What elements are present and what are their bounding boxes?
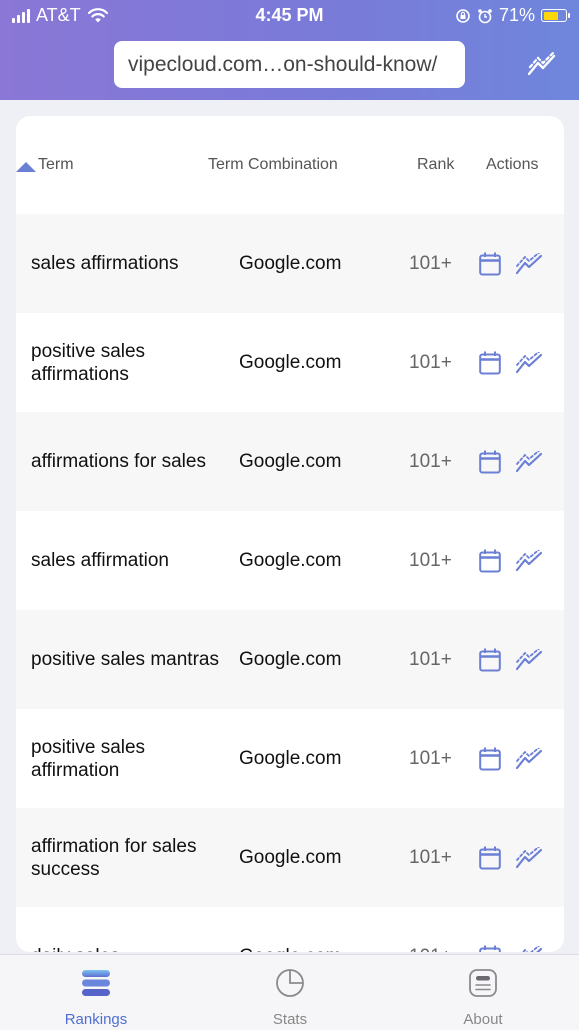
table-header: Term Term Combination Rank Actions — [16, 116, 564, 214]
combination-cell: Google.com — [239, 252, 342, 274]
trend-chart-icon[interactable] — [515, 844, 543, 869]
term-cell: positive sales affirmations — [31, 340, 146, 385]
combination-cell: Google.com — [239, 648, 342, 670]
rank-cell: 101+ — [409, 252, 452, 274]
table-row[interactable]: sales affirmations Google.com 101+ — [16, 214, 564, 313]
trend-chart-icon[interactable] — [516, 943, 543, 952]
combination-cell: Google.com — [239, 747, 342, 769]
trend-chart-icon[interactable] — [515, 646, 543, 671]
tab-rankings[interactable]: Rankings — [36, 955, 156, 1030]
tab-rankings-label: Rankings — [64, 1011, 128, 1028]
combination-cell: Google.com — [239, 450, 342, 472]
table-row[interactable]: affirmation for sales success Google.com 1… — [16, 808, 564, 907]
table-row[interactable]: positive sales mantras Google.com 101+ — [16, 610, 564, 709]
rank-cell: 101+ — [409, 747, 452, 769]
rank-cell: 101+ — [409, 351, 452, 373]
rotation-lock-icon — [456, 8, 470, 23]
pie-chart-icon — [276, 969, 304, 997]
header-actions: Actions — [486, 156, 539, 173]
combination-cell: Google.com — [239, 351, 342, 373]
header-term[interactable]: Term — [38, 156, 74, 174]
rank-cell: 101+ — [409, 907, 452, 953]
tab-about[interactable]: About — [423, 955, 543, 1030]
term-cell: positive sales affirmation — [31, 736, 146, 781]
term-cell: affirmation for sales success — [31, 835, 197, 880]
calendar-icon[interactable] — [479, 351, 501, 375]
rank-cell: 101+ — [409, 846, 452, 868]
term-cell: affirmations for sales — [31, 451, 206, 472]
term-cell: daily sales — [31, 907, 236, 952]
status-bar: AT&T 4:45 PM 71% — [0, 0, 579, 34]
rank-cell: 101+ — [409, 450, 452, 472]
about-icon — [469, 969, 497, 997]
tab-stats[interactable]: Stats — [230, 955, 350, 1030]
calendar-icon[interactable] — [479, 450, 501, 474]
calendar-icon[interactable] — [479, 945, 501, 952]
table-row[interactable]: affirmations for sales Google.com 101+ — [16, 412, 564, 511]
combination-cell: Google.com — [239, 846, 342, 868]
alarm-icon — [478, 8, 492, 23]
trend-chart-icon[interactable] — [515, 547, 543, 572]
trend-chart-icon[interactable] — [515, 250, 543, 275]
sort-ascending-icon[interactable] — [16, 162, 36, 172]
status-right: 71% — [455, 5, 570, 26]
header-rank[interactable]: Rank — [417, 156, 454, 174]
trend-chart-icon[interactable] — [515, 745, 543, 770]
term-cell: sales affirmation — [31, 550, 169, 571]
table-row[interactable]: daily salesGoogle.com 101+ — [16, 907, 564, 952]
tab-about-label: About — [463, 1011, 503, 1028]
calendar-icon[interactable] — [479, 252, 501, 276]
term-cell: positive sales mantras — [31, 649, 219, 670]
tab-stats-label: Stats — [272, 1011, 308, 1028]
tab-bar: Rankings Stats About — [0, 954, 579, 1030]
url-bar[interactable]: vipecloud.com…on-should-know/ — [114, 41, 465, 88]
table-row[interactable]: positive sales affirmations Google.com 101… — [16, 313, 564, 412]
battery-icon — [541, 9, 570, 22]
trend-chart-icon[interactable] — [515, 349, 543, 374]
battery-percent: 71% — [498, 5, 535, 25]
battery-fill — [543, 11, 559, 20]
rank-cell: 101+ — [409, 549, 452, 571]
rankings-icon — [82, 970, 110, 996]
calendar-icon[interactable] — [479, 846, 501, 870]
table-row[interactable]: sales affirmation Google.com 101+ — [16, 511, 564, 610]
rank-cell: 101+ — [409, 648, 452, 670]
table-row[interactable]: positive sales affirmation Google.com 101+ — [16, 709, 564, 808]
header-term-combination[interactable]: Term Combination — [208, 156, 338, 174]
calendar-icon[interactable] — [479, 747, 501, 771]
calendar-icon[interactable] — [479, 549, 501, 573]
combination-cell: Google.com — [239, 907, 341, 953]
trend-chart-icon[interactable] — [515, 448, 543, 473]
term-cell: sales affirmations — [31, 253, 179, 274]
trend-chart-icon[interactable] — [527, 52, 557, 78]
combination-cell: Google.com — [239, 549, 342, 571]
calendar-icon[interactable] — [479, 648, 501, 672]
rankings-table: Term Term Combination Rank Actions sales… — [16, 116, 564, 952]
